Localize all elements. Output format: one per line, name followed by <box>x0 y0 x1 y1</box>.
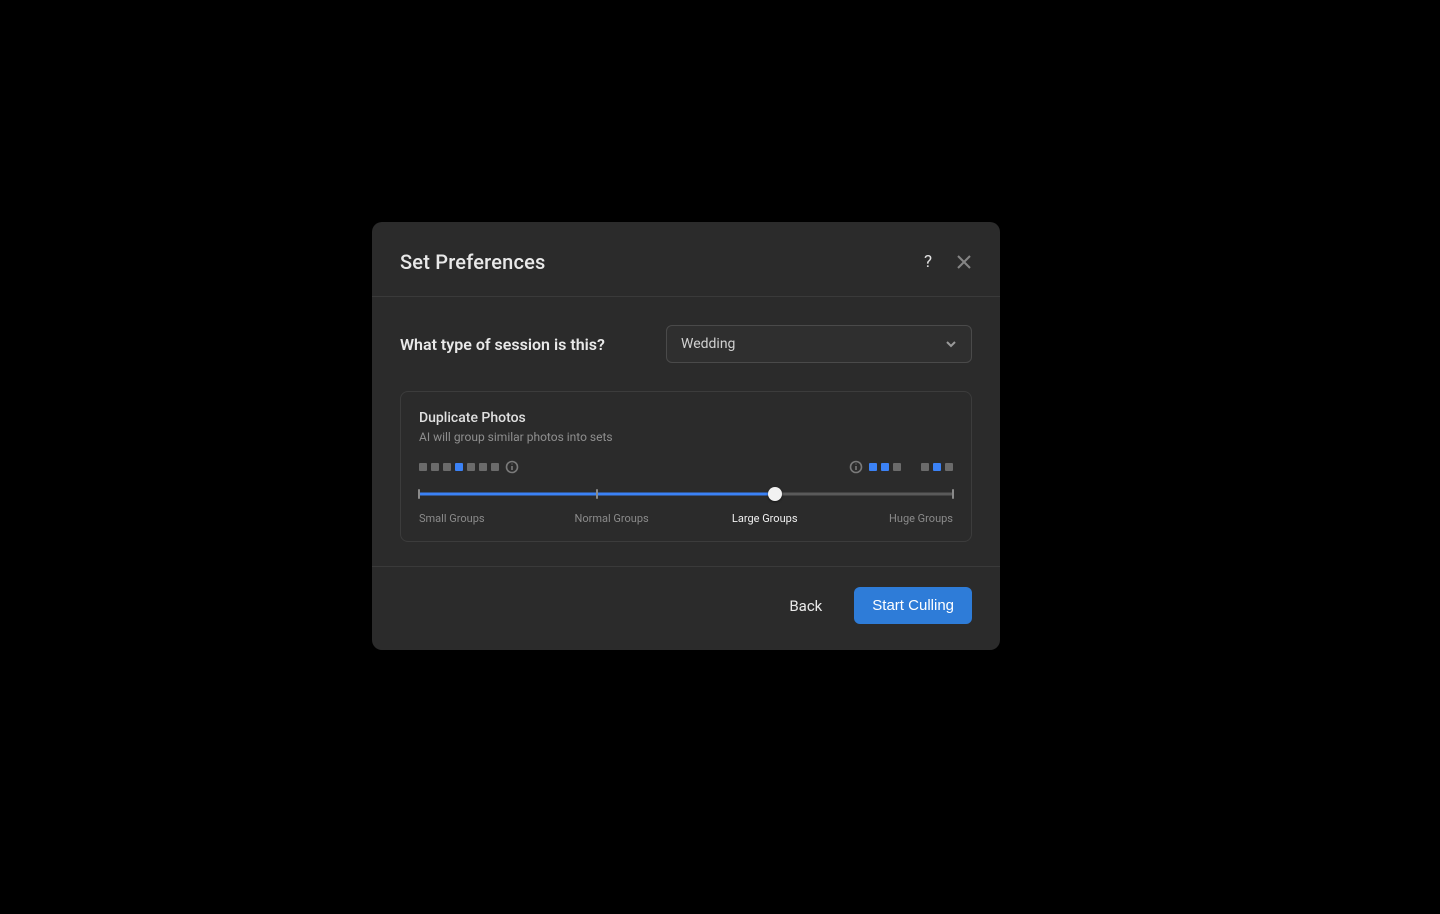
info-icon[interactable] <box>849 460 863 474</box>
slider-legend <box>419 460 953 474</box>
session-type-question: What type of session is this? <box>400 335 605 354</box>
start-culling-button[interactable]: Start Culling <box>854 587 972 624</box>
slider-labels: Small Groups Normal Groups Large Groups … <box>419 512 953 525</box>
slider-label-small: Small Groups <box>419 512 553 525</box>
session-type-select[interactable]: Wedding <box>666 325 972 363</box>
slider-label-normal: Normal Groups <box>553 512 687 525</box>
legend-large-b-icon <box>921 463 953 471</box>
back-button[interactable]: Back <box>779 589 832 623</box>
slider-label-huge: Huge Groups <box>820 512 954 525</box>
slider-label-large: Large Groups <box>686 512 820 525</box>
group-size-slider[interactable] <box>419 484 953 504</box>
duplicate-title: Duplicate Photos <box>419 410 953 426</box>
session-type-value: Wedding <box>681 336 735 352</box>
info-icon[interactable] <box>505 460 519 474</box>
legend-large-a-icon <box>869 463 901 471</box>
modal-title: Set Preferences <box>400 250 546 274</box>
preferences-modal: Set Preferences ? What type of session i… <box>372 222 1000 650</box>
duplicate-description: AI will group similar photos into sets <box>419 430 953 444</box>
chevron-down-icon <box>945 338 957 350</box>
legend-small-icon <box>419 463 499 471</box>
help-icon[interactable]: ? <box>924 254 932 271</box>
modal-header: Set Preferences ? <box>372 222 1000 297</box>
close-icon[interactable] <box>956 254 972 270</box>
modal-footer: Back Start Culling <box>372 566 1000 650</box>
duplicate-photos-card: Duplicate Photos AI will group similar p… <box>400 391 972 542</box>
